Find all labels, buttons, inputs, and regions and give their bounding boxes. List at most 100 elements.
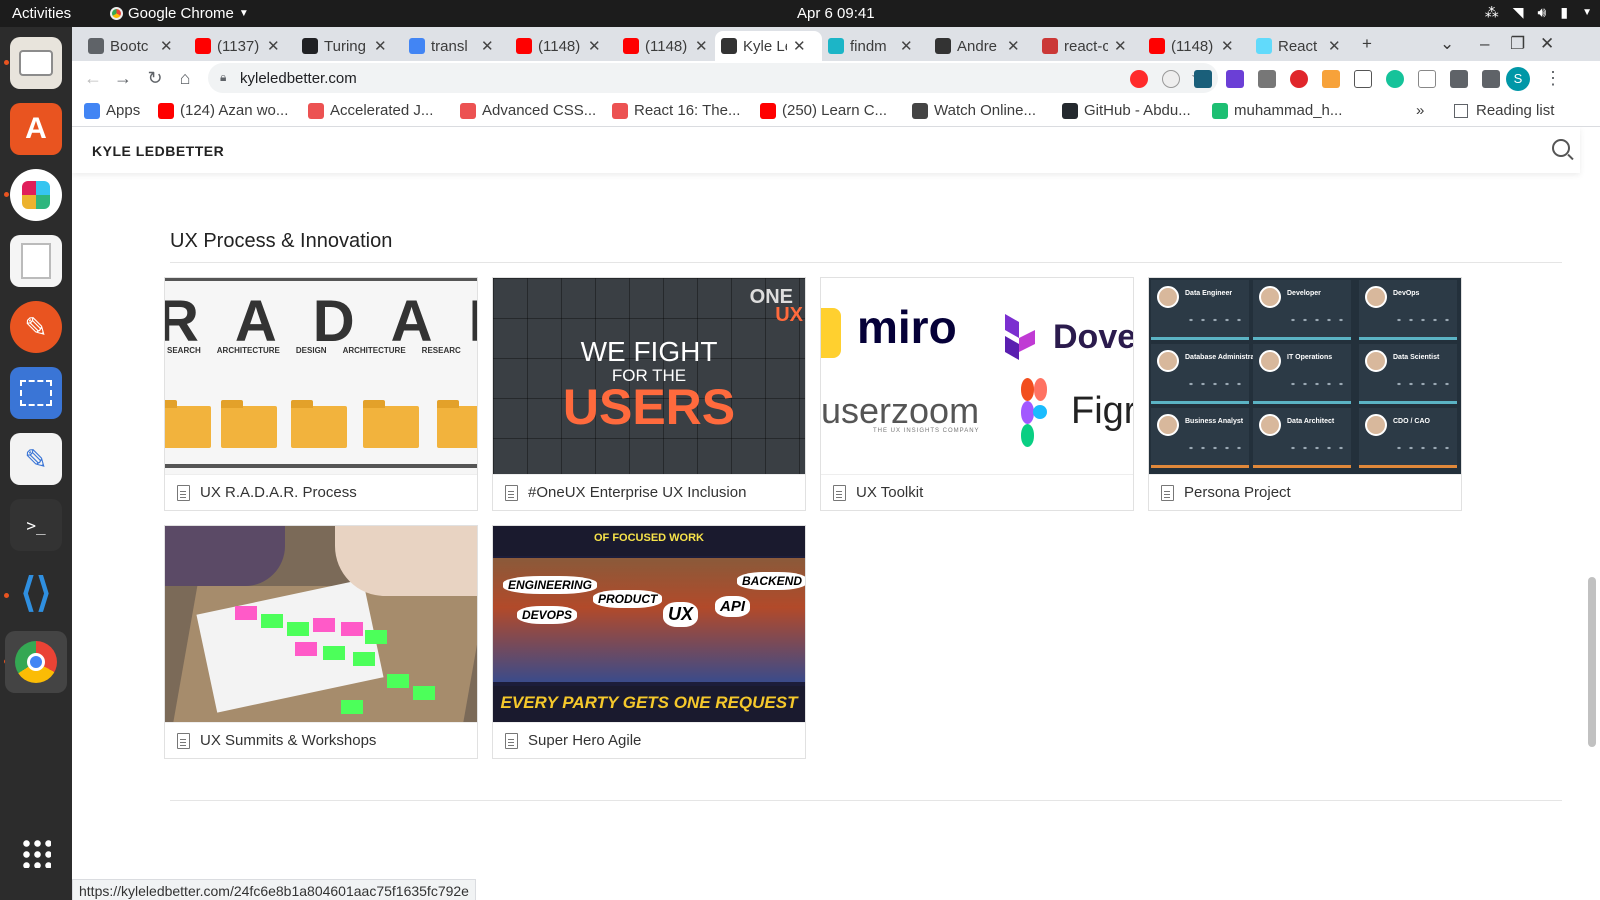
bookmark-item[interactable]: Accelerated J... <box>308 102 433 119</box>
search-icon[interactable] <box>1552 139 1570 157</box>
address-bar[interactable]: 🔒︎ kyleledbetter.com ☆ <box>208 63 1218 93</box>
bookmark-item[interactable]: Advanced CSS... <box>460 102 596 119</box>
close-window-button[interactable]: ✕ <box>1540 34 1554 54</box>
new-tab-button[interactable]: + <box>1362 34 1372 54</box>
slack-icon[interactable] <box>10 169 62 221</box>
browser-tab[interactable]: react-c ✕ <box>1036 31 1138 61</box>
reload-button[interactable]: ↻ <box>144 67 166 89</box>
tab-search-icon[interactable]: ⌄ <box>1440 34 1454 54</box>
bookmark-item[interactable]: (124) Azan wo... <box>158 102 288 119</box>
bookmark-item[interactable]: GitHub - Abdu... <box>1062 102 1191 119</box>
back-button[interactable]: ← <box>82 67 104 89</box>
clock[interactable]: Apr 6 09:41 <box>797 5 875 22</box>
bookmarks-overflow-chevron-icon[interactable]: » <box>1416 102 1424 119</box>
text-editor-icon[interactable]: ✎ <box>10 433 62 485</box>
card-caption[interactable]: UX Summits & Workshops <box>165 722 477 758</box>
close-tab-icon[interactable]: ✕ <box>374 37 387 55</box>
app-menu[interactable]: Google Chrome ▼ <box>110 5 249 22</box>
screenshot-icon[interactable] <box>10 367 62 419</box>
close-tab-icon[interactable]: ✕ <box>588 37 601 55</box>
browser-tab[interactable]: Bootc ✕ <box>82 31 184 61</box>
document-viewer-icon[interactable] <box>10 235 62 287</box>
extension-translate-icon[interactable] <box>1418 70 1436 88</box>
extension-eyedropper-icon[interactable] <box>1258 70 1276 88</box>
browser-tab[interactable]: (1148) ✕ <box>510 31 612 61</box>
close-tab-icon[interactable]: ✕ <box>1221 37 1234 55</box>
close-tab-icon[interactable]: ✕ <box>160 37 173 55</box>
files-icon[interactable] <box>10 37 62 89</box>
project-card-oneux[interactable]: ONE UX WE FIGHT FOR THE USERS #OneUX Ent… <box>492 277 806 511</box>
forward-button[interactable]: → <box>112 67 134 89</box>
site-brand[interactable]: KYLE LEDBETTER <box>92 143 224 159</box>
terminal-icon[interactable]: >_ <box>10 499 62 551</box>
close-tab-icon[interactable]: ✕ <box>1328 37 1341 55</box>
persona-tile: CDO / CAO <box>1359 408 1457 468</box>
media-control-icon[interactable] <box>1482 70 1500 88</box>
wifi-icon[interactable]: ◥ <box>1513 4 1524 21</box>
close-tab-icon[interactable]: ✕ <box>793 37 806 55</box>
home-button[interactable]: ⌂ <box>174 67 196 89</box>
card-caption[interactable]: Persona Project <box>1149 474 1461 510</box>
page-scrollbar[interactable] <box>1584 173 1600 900</box>
system-tray[interactable]: ⁂ ◥ 🔊︎ ▮ ▼ <box>1485 4 1592 21</box>
extension-purple-icon[interactable] <box>1226 70 1244 88</box>
browser-tab[interactable]: Kyle Le ✕ <box>715 31 822 61</box>
project-card-toolkit[interactable]: miro Dovet userzoom THE UX INSIGHTS COMP… <box>820 277 1134 511</box>
browser-tab[interactable]: (1148) ✕ <box>1143 31 1245 61</box>
vscode-icon[interactable]: ⟨⟩ <box>10 567 62 619</box>
close-tab-icon[interactable]: ✕ <box>1114 37 1127 55</box>
card-caption[interactable]: UX Toolkit <box>821 474 1133 510</box>
bookmark-item[interactable]: muhammad_h... <box>1212 102 1342 119</box>
browser-tab[interactable]: findm ✕ <box>822 31 924 61</box>
bookmark-item[interactable]: (250) Learn C... <box>760 102 887 119</box>
close-tab-icon[interactable]: ✕ <box>900 37 913 55</box>
project-card-summits[interactable]: UX Summits & Workshops <box>164 525 478 759</box>
browser-tab[interactable]: transl ✕ <box>403 31 505 61</box>
activities-button[interactable]: Activities <box>12 5 71 22</box>
scrollbar-thumb[interactable] <box>1588 577 1596 747</box>
browser-menu-icon[interactable]: ⋮ <box>1542 67 1564 89</box>
persona-avatar <box>1365 350 1387 372</box>
card-caption[interactable]: #OneUX Enterprise UX Inclusion <box>493 474 805 510</box>
close-tab-icon[interactable]: ✕ <box>1007 37 1020 55</box>
browser-tab[interactable]: (1137) ✕ <box>189 31 291 61</box>
browser-tab[interactable]: Andre ✕ <box>929 31 1031 61</box>
extension-orange-icon[interactable] <box>1322 70 1340 88</box>
grammarly-icon[interactable] <box>1386 70 1404 88</box>
browser-tab[interactable]: Turing ✕ <box>296 31 398 61</box>
bookmark-item[interactable]: React 16: The... <box>612 102 740 119</box>
lock-icon[interactable]: 🔒︎ <box>220 70 226 85</box>
battery-icon[interactable]: ▮ <box>1560 4 1568 21</box>
profile-avatar[interactable]: S <box>1506 67 1530 91</box>
bookmark-item[interactable]: Apps <box>84 102 140 119</box>
card-caption[interactable]: UX R.A.D.A.R. Process <box>165 474 477 510</box>
extension-json-icon[interactable] <box>1354 70 1372 88</box>
close-tab-icon[interactable]: ✕ <box>695 37 708 55</box>
extension-clock-icon[interactable] <box>1162 70 1180 88</box>
browser-tab[interactable]: React ✕ <box>1250 31 1352 61</box>
volume-icon[interactable]: 🔊︎ <box>1538 4 1547 21</box>
network-icon[interactable]: ⁂ <box>1485 4 1499 21</box>
chevron-down-icon[interactable]: ▼ <box>1582 7 1592 18</box>
card-caption[interactable]: Super Hero Agile <box>493 722 805 758</box>
project-card-persona[interactable]: Data Engineer Developer DevOps Database … <box>1148 277 1462 511</box>
divider <box>170 262 1562 263</box>
reading-list-button[interactable]: Reading list <box>1454 102 1554 119</box>
address-url[interactable]: kyleledbetter.com <box>240 70 357 87</box>
close-tab-icon[interactable]: ✕ <box>481 37 494 55</box>
extension-react-devtools-icon[interactable] <box>1194 70 1212 88</box>
browser-tab[interactable]: (1148) ✕ <box>617 31 719 61</box>
restore-window-button[interactable]: ❐ <box>1510 34 1525 54</box>
bookmark-item[interactable]: Watch Online... <box>912 102 1036 119</box>
minimize-window-button[interactable]: – <box>1480 34 1489 54</box>
project-card-radar[interactable]: R A D A R SEARCH ARCHITECTURE DESIGN ARC… <box>164 277 478 511</box>
show-apps-grid-icon[interactable] <box>10 827 62 879</box>
close-tab-icon[interactable]: ✕ <box>267 37 280 55</box>
software-center-icon[interactable]: A <box>10 103 62 155</box>
extensions-puzzle-icon[interactable] <box>1450 70 1468 88</box>
adblock-plus-icon[interactable] <box>1290 70 1308 88</box>
chrome-dock-icon[interactable] <box>5 631 67 693</box>
inkscape-icon[interactable]: ✎ <box>10 301 62 353</box>
project-card-superhero[interactable]: OF FOCUSED WORK ENGINEERING PRODUCT DEVO… <box>492 525 806 759</box>
extension-red-icon[interactable] <box>1130 70 1148 88</box>
